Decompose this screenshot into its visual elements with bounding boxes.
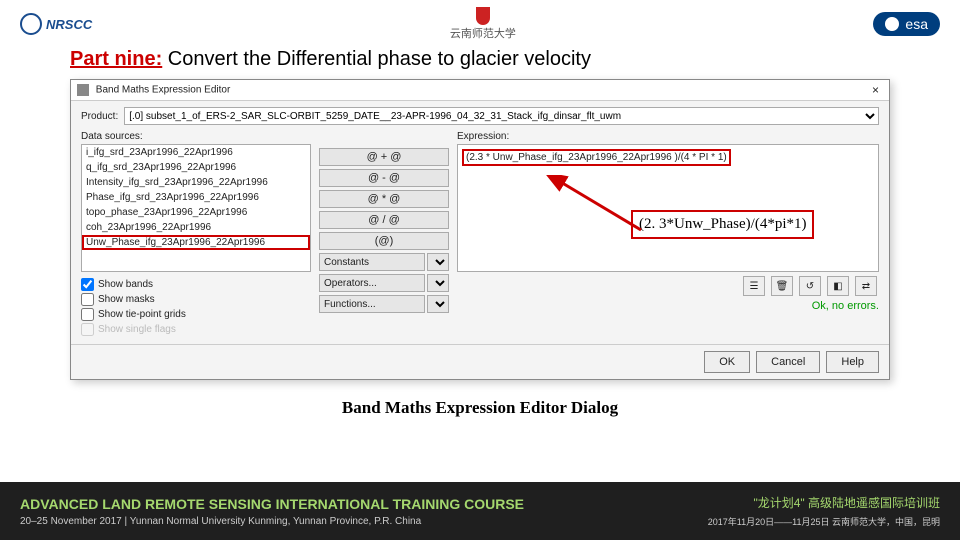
app-icon	[77, 84, 89, 96]
footer-course-title-cn: "龙计划4" 高级陆地遥感国际培训班	[708, 494, 940, 511]
footer-course-title: ADVANCED LAND REMOTE SENSING INTERNATION…	[20, 496, 524, 512]
select-icon[interactable]: ◧	[827, 276, 849, 296]
page-header: NRSCC 云南师范大学 esa	[0, 0, 960, 48]
operators-column: @ + @ @ - @ @ * @ @ / @ (@) Constants Op…	[319, 131, 449, 336]
history-icon[interactable]: ☰	[743, 276, 765, 296]
formula-annotation: (2. 3*Unw_Phase)/(4*pi*1)	[631, 210, 814, 239]
list-item[interactable]: Intensity_ifg_srd_23Apr1996_22Apr1996	[82, 175, 310, 190]
op-sub-button[interactable]: @ - @	[319, 169, 449, 187]
op-add-button[interactable]: @ + @	[319, 148, 449, 166]
data-sources-list[interactable]: i_ifg_srd_23Apr1996_22Apr1996 q_ifg_srd_…	[81, 144, 311, 272]
status-text: Ok, no errors.	[812, 300, 879, 312]
shield-icon	[476, 7, 490, 25]
globe-icon	[20, 13, 42, 35]
list-item[interactable]: coh_23Apr1996_22Apr1996	[82, 220, 310, 235]
op-mul-button[interactable]: @ * @	[319, 190, 449, 208]
constants-label: Constants	[319, 253, 425, 271]
dialog-title-text: Band Maths Expression Editor	[77, 84, 230, 96]
list-item[interactable]: Phase_ifg_srd_23Apr1996_22Apr1996	[82, 190, 310, 205]
constants-select[interactable]: Constants	[319, 253, 449, 271]
title-part: Part nine:	[70, 48, 162, 70]
ok-button[interactable]: OK	[704, 351, 750, 373]
list-item-selected[interactable]: Unw_Phase_ifg_23Apr1996_22Apr1996	[82, 235, 310, 250]
page-footer: ADVANCED LAND REMOTE SENSING INTERNATION…	[0, 482, 960, 540]
dialog-title-label: Band Maths Expression Editor	[96, 85, 231, 96]
dialog-titlebar: Band Maths Expression Editor ×	[71, 80, 889, 101]
undo-icon[interactable]: ↺	[799, 276, 821, 296]
op-paren-button[interactable]: (@)	[319, 232, 449, 250]
logo-nrscc: NRSCC	[20, 13, 92, 35]
logo-esa-text: esa	[905, 16, 928, 32]
slide-title: Part nine: Convert the Differential phas…	[0, 48, 960, 71]
functions-select[interactable]: Functions...	[319, 295, 449, 313]
show-bands-check[interactable]: Show bands	[81, 278, 311, 291]
show-grids-check[interactable]: Show tie-point grids	[81, 308, 311, 321]
operators-label: Operators...	[319, 274, 425, 292]
logo-university: 云南师范大学	[450, 7, 516, 41]
data-sources-column: Data sources: i_ifg_srd_23Apr1996_22Apr1…	[81, 131, 311, 336]
dialog-footer: OK Cancel Help	[71, 344, 889, 379]
close-button[interactable]: ×	[868, 83, 883, 97]
functions-label: Functions...	[319, 295, 425, 313]
expression-label: Expression:	[457, 131, 879, 142]
product-select[interactable]: [.0] subset_1_of_ERS-2_SAR_SLC-ORBIT_525…	[124, 107, 879, 125]
show-flags-label: Show single flags	[98, 324, 176, 335]
op-div-button[interactable]: @ / @	[319, 211, 449, 229]
logo-university-text: 云南师范大学	[450, 25, 516, 41]
show-options: Show bands Show masks Show tie-point gri…	[81, 278, 311, 336]
expression-textarea[interactable]: (2.3 * Unw_Phase_ifg_23Apr1996_22Apr1996…	[457, 144, 879, 272]
list-item[interactable]: q_ifg_srd_23Apr1996_22Apr1996	[82, 160, 310, 175]
cancel-button[interactable]: Cancel	[756, 351, 820, 373]
footer-course-sub: 20–25 November 2017 | Yunnan Normal Univ…	[20, 516, 524, 527]
expression-toolbar: ☰ 🗑 ↺ ◧ ⇄	[457, 276, 879, 296]
show-masks-check[interactable]: Show masks	[81, 293, 311, 306]
list-item[interactable]: i_ifg_srd_23Apr1996_22Apr1996	[82, 145, 310, 160]
figure-caption: Band Maths Expression Editor Dialog	[0, 398, 960, 418]
show-grids-label: Show tie-point grids	[98, 309, 186, 320]
expression-value: (2.3 * Unw_Phase_ifg_23Apr1996_22Apr1996…	[462, 149, 731, 166]
help-button[interactable]: Help	[826, 351, 879, 373]
footer-left: ADVANCED LAND REMOTE SENSING INTERNATION…	[20, 496, 524, 527]
planet-icon	[885, 17, 899, 31]
logo-nrscc-text: NRSCC	[46, 17, 92, 32]
show-masks-label: Show masks	[98, 294, 155, 305]
trash-icon[interactable]: 🗑	[771, 276, 793, 296]
band-maths-dialog: Band Maths Expression Editor × Product: …	[70, 79, 890, 380]
footer-course-sub-cn: 2017年11月20日——11月25日 云南师范大学，中国，昆明	[708, 515, 940, 528]
show-bands-label: Show bands	[98, 279, 153, 290]
title-rest: Convert the Differential phase to glacie…	[162, 48, 591, 70]
product-label: Product:	[81, 111, 118, 122]
product-row: Product: [.0] subset_1_of_ERS-2_SAR_SLC-…	[81, 107, 879, 125]
operators-select[interactable]: Operators...	[319, 274, 449, 292]
list-item[interactable]: topo_phase_23Apr1996_22Apr1996	[82, 205, 310, 220]
data-sources-label: Data sources:	[81, 131, 311, 142]
swap-icon[interactable]: ⇄	[855, 276, 877, 296]
show-flags-check[interactable]: Show single flags	[81, 323, 311, 336]
footer-right: "龙计划4" 高级陆地遥感国际培训班 2017年11月20日——11月25日 云…	[708, 494, 940, 528]
logo-esa: esa	[873, 12, 940, 36]
